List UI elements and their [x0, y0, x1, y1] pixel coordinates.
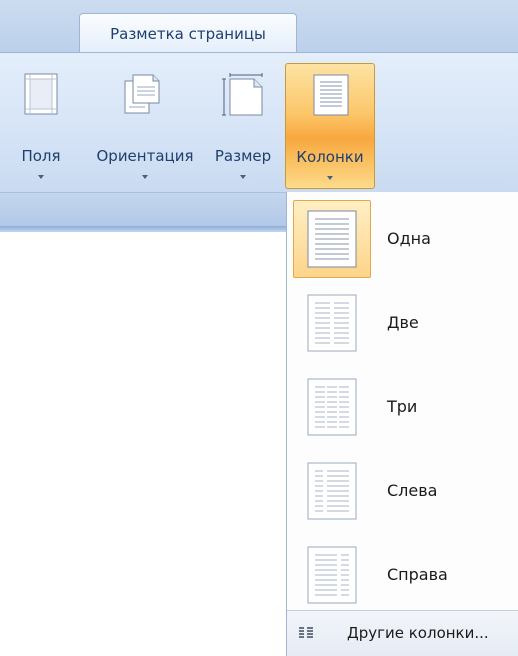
menu-item-label: Справа — [387, 565, 448, 584]
more-columns-label: Другие колонки... — [347, 624, 489, 642]
columns-dropdown-arrow — [327, 176, 333, 180]
more-columns-icon — [299, 627, 313, 638]
tab-page-layout[interactable]: Разметка страницы — [79, 13, 297, 53]
three-columns-icon — [307, 378, 357, 436]
margins-icon — [24, 73, 58, 115]
orientation-label: Ориентация — [96, 147, 194, 165]
margins-dropdown-arrow — [38, 175, 44, 179]
margins-label: Поля — [21, 147, 61, 165]
left-column-icon — [307, 462, 357, 520]
more-columns-button[interactable]: Другие колонки... — [287, 611, 518, 656]
menu-item-left-column[interactable]: Слева — [293, 452, 517, 530]
columns-icon — [313, 74, 349, 116]
two-columns-icon — [307, 294, 357, 352]
right-column-icon — [307, 546, 357, 604]
menu-item-one-column[interactable]: Одна — [293, 200, 517, 278]
page-size-dropdown-arrow — [240, 175, 246, 179]
menu-item-label: Две — [387, 313, 419, 332]
menu-item-three-columns[interactable]: Три — [293, 368, 517, 446]
menu-item-right-column[interactable]: Справа — [293, 536, 517, 614]
ribbon-tab-strip: Разметка страницы — [0, 0, 518, 53]
menu-item-label: Три — [387, 397, 418, 416]
orientation-dropdown-arrow — [142, 175, 148, 179]
menu-item-label: Слева — [387, 481, 438, 500]
columns-dropdown-menu: Одна Две Три Слева Справа Другие колонки… — [286, 192, 518, 656]
menu-item-label: Одна — [387, 229, 431, 248]
columns-label: Колонки — [296, 148, 364, 166]
one-column-icon — [307, 210, 357, 268]
margins-button[interactable]: Поля — [10, 63, 72, 189]
orientation-icon — [124, 74, 160, 114]
orientation-button[interactable]: Ориентация — [84, 63, 206, 189]
columns-button[interactable]: Колонки — [285, 63, 375, 189]
page-size-label: Размер — [214, 147, 272, 165]
menu-item-two-columns[interactable]: Две — [293, 284, 517, 362]
page-size-button[interactable]: Размер — [208, 63, 278, 189]
page-size-icon — [222, 73, 263, 116]
